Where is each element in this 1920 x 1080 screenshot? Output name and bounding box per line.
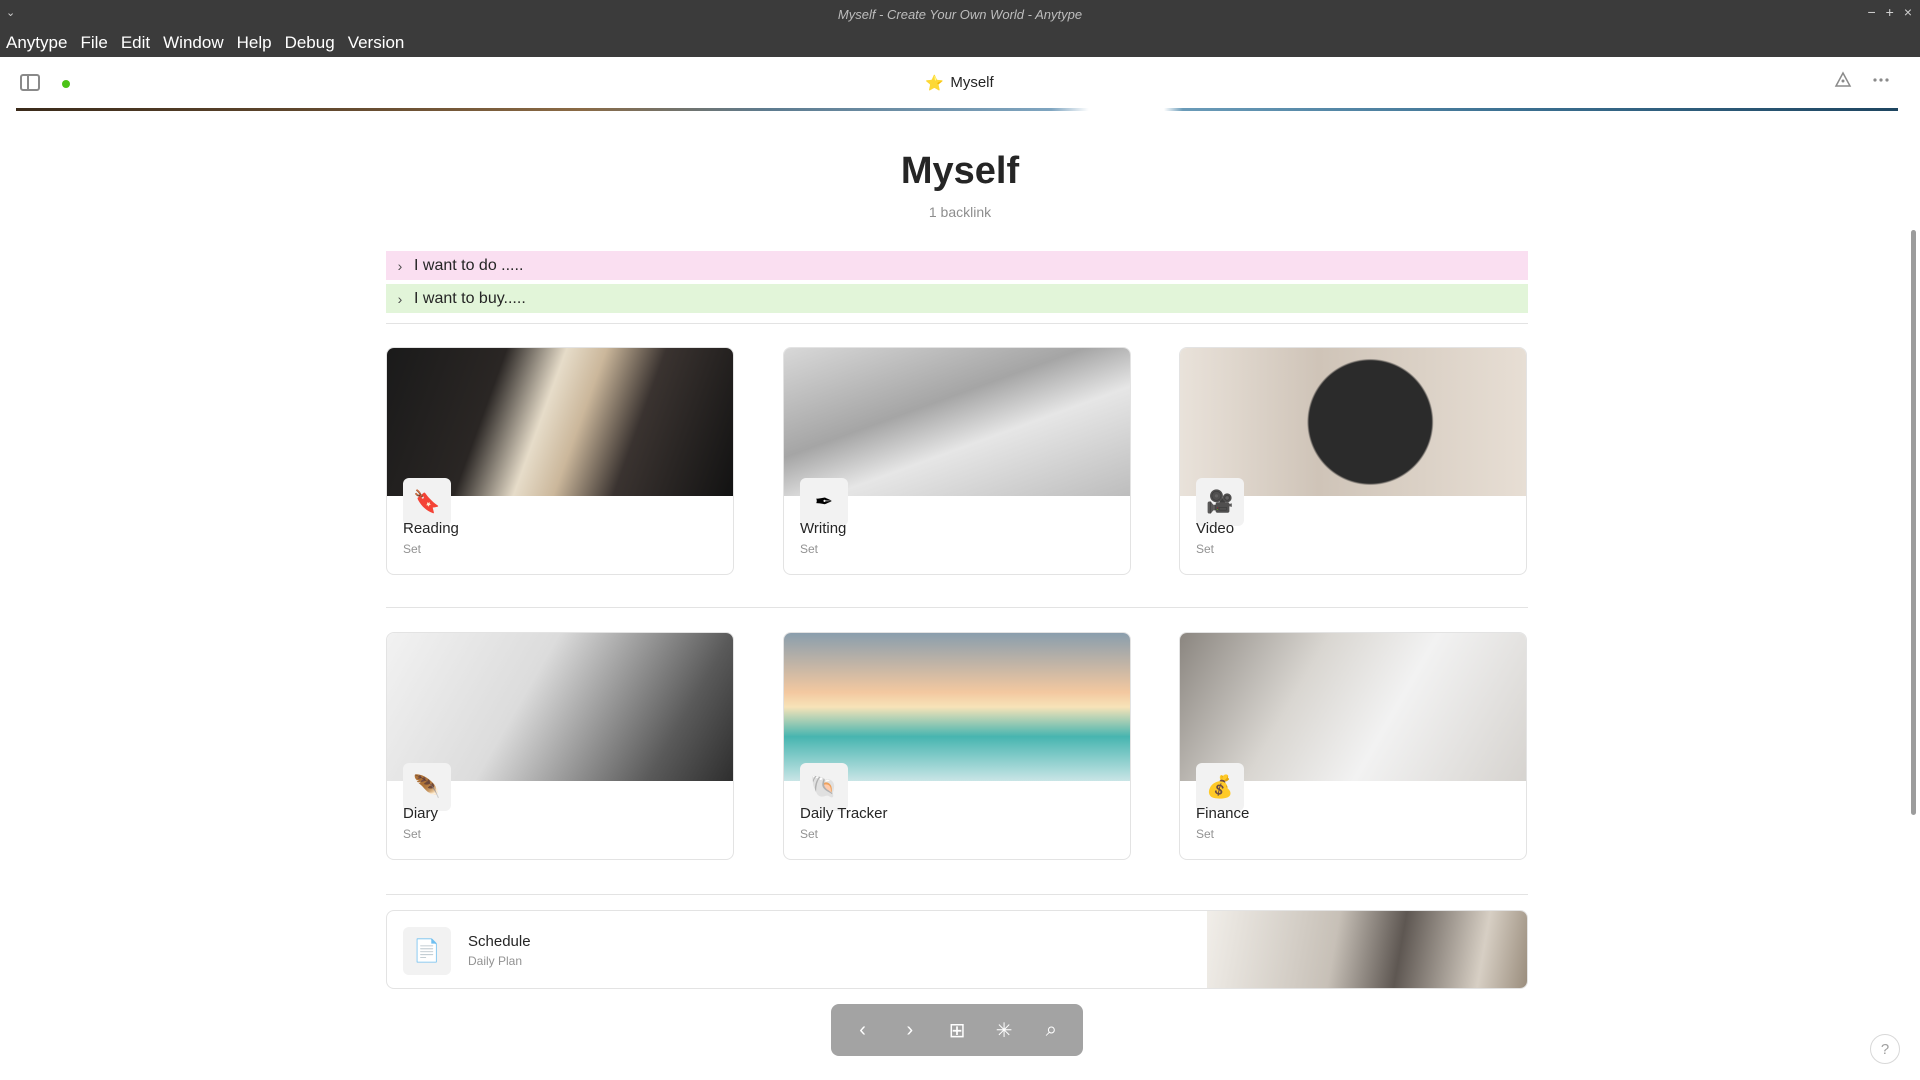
maximize-icon[interactable]: +: [1886, 4, 1894, 20]
chevron-right-icon[interactable]: ›: [386, 291, 414, 307]
scrollbar[interactable]: [1911, 230, 1916, 815]
feather-icon: 🪶: [403, 763, 451, 811]
anytype-window: ⌄ Myself - Create Your Own World - Anyty…: [0, 0, 1920, 1080]
card-title: Finance: [1196, 805, 1250, 822]
menu-anytype[interactable]: Anytype: [6, 33, 67, 53]
window-titlebar: ⌄ Myself - Create Your Own World - Anyty…: [0, 0, 1920, 28]
money-icon: 💰: [1196, 763, 1244, 811]
card-title: Writing: [800, 520, 847, 537]
toggle-label[interactable]: I want to do .....: [414, 257, 523, 275]
card-type: Set: [403, 542, 422, 556]
chevron-right-icon[interactable]: ›: [386, 258, 414, 274]
menu-file[interactable]: File: [80, 33, 107, 53]
card-title: Diary: [403, 805, 439, 822]
card-title: Reading: [403, 520, 459, 537]
menu-bar: Anytype File Edit Window Help Debug Vers…: [0, 28, 1920, 57]
divider: [386, 607, 1528, 608]
window-title: Myself - Create Your Own World - Anytype: [837, 7, 1083, 22]
card-finance[interactable]: 💰 Finance Set: [1179, 632, 1527, 860]
shell-icon: 🐚: [800, 763, 848, 811]
bottom-navigation: ‹ › ⊞ ✳ ⌕: [831, 1004, 1083, 1056]
card-cover: [1180, 633, 1526, 781]
card-diary[interactable]: 🪶 Diary Set: [386, 632, 734, 860]
card-type: Set: [1196, 827, 1215, 841]
graph-view-icon[interactable]: ✳: [988, 1014, 1020, 1046]
card-title: Daily Tracker: [800, 805, 888, 822]
camera-icon: 🎥: [1196, 478, 1244, 526]
toggle-block-buy[interactable]: › I want to buy.....: [386, 284, 1528, 313]
breadcrumb[interactable]: ⭐ Myself: [0, 74, 1920, 92]
card-type: Set: [403, 827, 422, 841]
document-icon: 📄: [403, 927, 451, 975]
card-writing[interactable]: ✒ Writing Set: [783, 347, 1131, 575]
card-type: Set: [800, 542, 819, 556]
card-title: Video: [1196, 520, 1235, 537]
card-type: Set: [1196, 542, 1215, 556]
search-icon[interactable]: ⌕: [1035, 1014, 1067, 1046]
close-icon[interactable]: ×: [1904, 4, 1912, 20]
header-actions: [1834, 71, 1890, 89]
toggle-label[interactable]: I want to buy.....: [414, 290, 526, 308]
breadcrumb-label: Myself: [950, 74, 994, 91]
divider: [386, 323, 1528, 324]
minimize-icon[interactable]: −: [1867, 4, 1875, 20]
page-cover[interactable]: [16, 108, 1898, 111]
card-cover: [387, 633, 733, 781]
toggle-block-todo[interactable]: › I want to do .....: [386, 251, 1528, 280]
more-options-icon[interactable]: [1872, 77, 1890, 83]
card-reading[interactable]: 🔖 Reading Set: [386, 347, 734, 575]
backlink-count[interactable]: 1 backlink: [0, 204, 1920, 220]
card-cover: [784, 633, 1130, 781]
card-video[interactable]: 🎥 Video Set: [1179, 347, 1527, 575]
add-page-icon[interactable]: ⊞: [941, 1014, 973, 1046]
card-schedule[interactable]: 📄 Schedule Daily Plan: [386, 910, 1528, 989]
pen-icon: ✒: [800, 478, 848, 526]
card-title: Schedule: [468, 933, 531, 950]
divider: [386, 894, 1528, 895]
back-icon[interactable]: ‹: [847, 1014, 879, 1046]
card-cover: [1207, 911, 1527, 988]
window-controls: − + ×: [1867, 4, 1912, 20]
help-button[interactable]: ?: [1870, 1034, 1900, 1064]
card-cover: [387, 348, 733, 496]
graph-icon[interactable]: [1834, 71, 1852, 89]
star-icon: ⭐: [924, 74, 944, 92]
menu-edit[interactable]: Edit: [121, 33, 150, 53]
forward-icon[interactable]: ›: [894, 1014, 926, 1046]
bookmark-icon: 🔖: [403, 478, 451, 526]
menu-help[interactable]: Help: [237, 33, 272, 53]
page-title[interactable]: Myself: [0, 150, 1920, 193]
menu-window[interactable]: Window: [163, 33, 223, 53]
menu-version[interactable]: Version: [348, 33, 405, 53]
menu-debug[interactable]: Debug: [285, 33, 335, 53]
card-cover: [1180, 348, 1526, 496]
page-header: ⭐ Myself: [0, 57, 1920, 109]
card-type: Set: [800, 827, 819, 841]
card-cover: [784, 348, 1130, 496]
card-type: Daily Plan: [468, 954, 523, 968]
card-daily-tracker[interactable]: 🐚 Daily Tracker Set: [783, 632, 1131, 860]
